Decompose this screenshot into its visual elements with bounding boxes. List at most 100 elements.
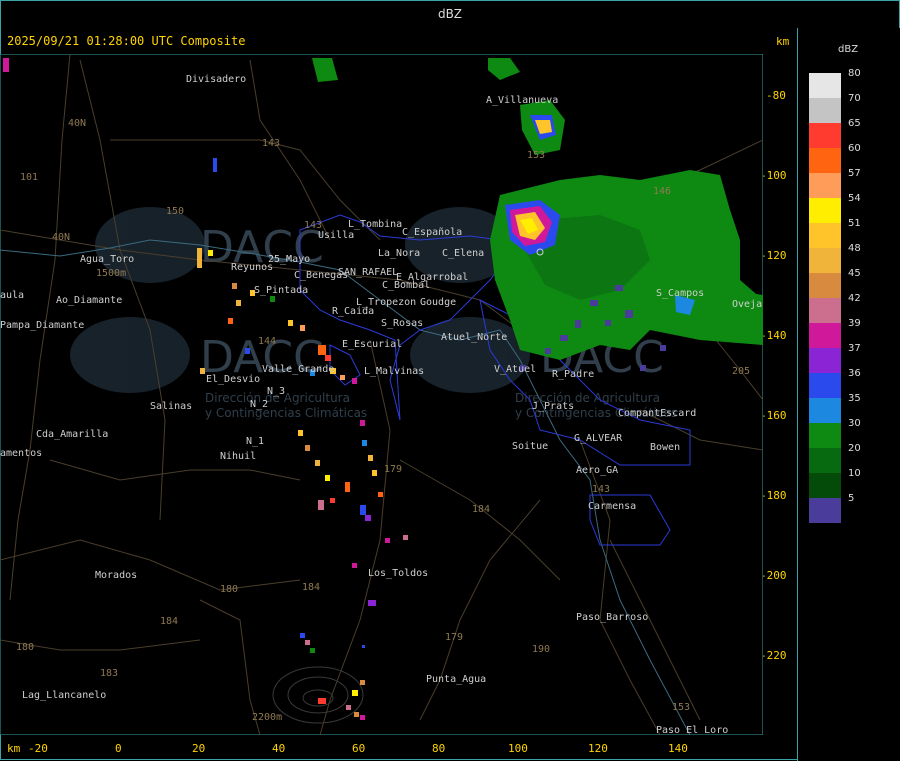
place-san-rafael: SAN_RAFAEL xyxy=(338,267,398,278)
timestamp-label: 2025/09/21 01:28:00 UTC Composite xyxy=(7,34,246,48)
x-tick: 60 xyxy=(352,742,366,755)
legend-swatch xyxy=(809,498,841,523)
place-r-padre: R_Padre xyxy=(552,369,594,380)
place-la-nora: La_Nora xyxy=(378,248,420,259)
place-goudge: Goudge xyxy=(420,297,456,308)
place-r-caida: R_Caida xyxy=(332,306,374,317)
place-ao-diamante: Ao_Diamante xyxy=(56,295,122,306)
svg-text:153: 153 xyxy=(672,702,690,713)
place-los-toldos: Los_Toldos xyxy=(368,568,428,579)
legend-label: 70 xyxy=(848,93,861,104)
legend-swatch xyxy=(809,73,841,98)
place-25-mayo: 25_Mayo xyxy=(268,254,310,265)
place-c-espanola: C_Española xyxy=(402,227,462,238)
legend-swatch xyxy=(809,198,841,223)
y-tick: -220 xyxy=(760,649,787,662)
x-tick: 40 xyxy=(272,742,286,755)
place-atuel-norte: Atuel_Norte xyxy=(441,332,507,343)
units-label-top: km xyxy=(776,35,790,48)
place-lag-llancanelo: Lag_Llancanelo xyxy=(22,690,106,701)
legend-label: 45 xyxy=(848,268,861,279)
elevation-label: 2200m xyxy=(252,712,282,723)
title-bar: dBZ xyxy=(0,0,900,29)
legend-swatch xyxy=(809,248,841,273)
legend-swatch xyxy=(809,148,841,173)
svg-text:205: 205 xyxy=(732,366,750,377)
place-s-pintada: S_Pintada xyxy=(254,285,308,296)
place-nihuil: Nihuil xyxy=(220,451,256,462)
legend-label: 48 xyxy=(848,243,861,254)
legend-swatch xyxy=(809,298,841,323)
svg-text:183: 183 xyxy=(100,668,118,679)
place-g-alvear: G_ALVEAR xyxy=(574,433,623,444)
place-reyunos: Reyunos xyxy=(231,262,273,273)
legend-label: 80 xyxy=(848,68,861,79)
place-aero-ga: Aero_GA xyxy=(576,465,618,476)
y-tick: -120 xyxy=(760,249,787,262)
legend-swatch xyxy=(809,123,841,148)
place-agua-toro: Agua_Toro xyxy=(80,254,134,265)
place-divisadero: Divisadero xyxy=(186,74,246,85)
svg-text:40N: 40N xyxy=(68,118,86,129)
svg-text:184: 184 xyxy=(160,616,178,627)
x-tick: 100 xyxy=(508,742,528,755)
legend-label: 35 xyxy=(848,393,861,404)
place-s-rosas: S_Rosas xyxy=(381,318,423,329)
legend-swatch xyxy=(809,273,841,298)
place-l-tombina: L_Tombina xyxy=(348,219,402,230)
legend-label: 60 xyxy=(848,143,861,154)
place-paso-barroso: Paso_Barroso xyxy=(576,612,648,623)
radar-map[interactable]: DACC DACC DACC Dirección de Agricultura … xyxy=(0,54,763,735)
x-tick: 80 xyxy=(432,742,446,755)
place-punta-agua: Punta_Agua xyxy=(426,674,486,685)
svg-text:184: 184 xyxy=(472,504,490,515)
place-bowen: Bowen xyxy=(650,442,680,453)
svg-text:153: 153 xyxy=(527,150,545,161)
legend-label: 51 xyxy=(848,218,861,229)
svg-text:180: 180 xyxy=(220,584,238,595)
place-v-atuel: V_Atuel xyxy=(494,364,536,375)
product-title: dBZ xyxy=(437,7,463,21)
place-e-escurial: E_Escurial xyxy=(342,339,402,350)
place-n2: N_2 xyxy=(250,399,268,410)
svg-text:146: 146 xyxy=(653,186,671,197)
elevation-label: 1500m xyxy=(96,268,126,279)
place-paso-el-loro: Paso_El_Loro xyxy=(656,725,728,735)
legend-label: 37 xyxy=(848,343,861,354)
legend-label: 20 xyxy=(848,443,861,454)
legend-label: 65 xyxy=(848,118,861,129)
legend-label: 10 xyxy=(848,468,861,479)
place-morados: Morados xyxy=(95,570,137,581)
place-c-bombal: C_Bombal xyxy=(382,280,430,291)
place-salinas: Salinas xyxy=(150,401,192,412)
place-soitue: Soitue xyxy=(512,441,548,452)
y-tick: -140 xyxy=(760,329,787,342)
legend-swatch xyxy=(809,348,841,373)
legend-swatch xyxy=(809,398,841,423)
units-label-bottom: km xyxy=(7,742,21,755)
svg-text:180: 180 xyxy=(16,642,34,653)
svg-text:144: 144 xyxy=(258,336,276,347)
legend-title: dBZ xyxy=(838,44,859,55)
place-j-prats: J_Prats xyxy=(532,401,574,412)
svg-text:101: 101 xyxy=(20,172,38,183)
legend-swatch xyxy=(809,473,841,498)
storm-cell-northeast xyxy=(490,170,763,360)
x-tick: 0 xyxy=(115,742,122,755)
legend-swatch xyxy=(809,448,841,473)
legend-swatch xyxy=(809,423,841,448)
svg-text:150: 150 xyxy=(166,206,184,217)
place-aula: aula xyxy=(0,290,24,301)
place-l-malvinas: L_Malvinas xyxy=(364,366,424,377)
place-cda-amarilla: Cda_Amarilla xyxy=(36,429,108,440)
x-tick: 120 xyxy=(588,742,608,755)
x-tick: 20 xyxy=(192,742,206,755)
legend-swatch xyxy=(809,98,841,123)
legend-label: 39 xyxy=(848,318,861,329)
place-ovejas: Ovejas xyxy=(732,299,763,310)
legend-label: 30 xyxy=(848,418,861,429)
y-tick: -100 xyxy=(760,169,787,182)
svg-text:190: 190 xyxy=(532,644,550,655)
place-s-campos: S_Campos xyxy=(656,288,704,299)
legend-label: 5 xyxy=(848,493,855,504)
